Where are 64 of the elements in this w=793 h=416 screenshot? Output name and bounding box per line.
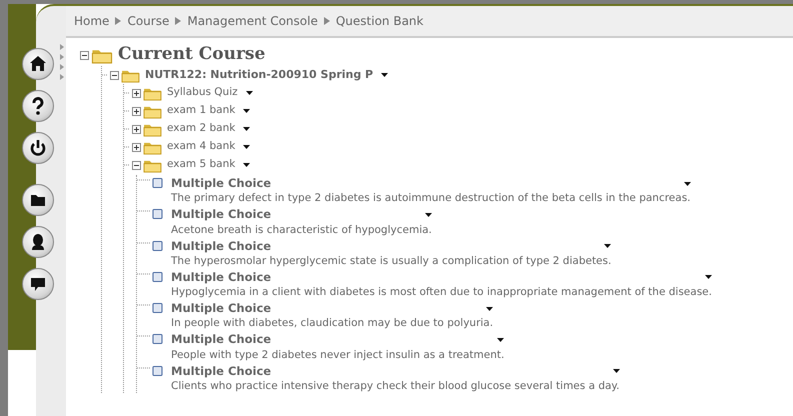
expand-toggle-icon[interactable]	[132, 88, 141, 98]
dropdown-caret-icon[interactable]	[604, 244, 612, 248]
collapse-toggle-icon[interactable]	[132, 160, 141, 170]
question-text: People with type 2 diabetes never inject insulin as a treatment.	[171, 348, 504, 362]
speech-bubble-button[interactable]	[22, 268, 54, 300]
folder-label[interactable]: Syllabus Quiz	[167, 85, 238, 101]
question-text: Hypoglycemia in a client with diabetes is most often due to inappropriate management of the disease.	[171, 286, 712, 299]
dropdown-caret-icon[interactable]	[246, 91, 253, 95]
separator-arrow-icon	[115, 17, 122, 25]
question-type-label[interactable]: Multiple Choice	[171, 206, 272, 224]
question-icon	[151, 364, 165, 376]
dropdown-caret-icon[interactable]	[684, 182, 691, 186]
breadcrumb-link[interactable]: Course	[127, 12, 170, 30]
question-type-label[interactable]: Multiple Choice	[171, 362, 272, 380]
question-icon	[151, 177, 165, 189]
folder-button[interactable]	[22, 184, 54, 216]
separator-arrow-icon	[175, 17, 182, 25]
question-text: The hyperosmolar hyperglycemic state is usually a complication of type 2 diabetes.	[171, 254, 612, 268]
folder-label[interactable]: exam 5 bank	[167, 157, 236, 173]
question-type-label[interactable]: Multiple Choice	[171, 300, 272, 318]
dropdown-caret-icon[interactable]	[243, 163, 250, 167]
expand-toggle-icon[interactable]	[132, 142, 141, 152]
expand-toggle-icon[interactable]	[132, 124, 141, 134]
dropdown-caret-icon[interactable]	[704, 275, 712, 280]
question-text: Acetone breath is characteristic of hypoglycemia.	[171, 224, 432, 236]
question-type-label[interactable]: Multiple Choice	[171, 331, 272, 348]
expand-toggle-icon[interactable]	[132, 106, 141, 116]
dropdown-caret-icon[interactable]	[424, 212, 432, 217]
dropdown-caret-icon[interactable]	[381, 73, 388, 77]
dropdown-caret-icon[interactable]	[486, 306, 494, 311]
collapse-handle-icon[interactable]	[58, 42, 66, 82]
question-text: Clients who practice intensive therapy check their blood glucose several times a day.	[171, 380, 620, 393]
folder-label[interactable]: Current Course	[118, 42, 266, 68]
help-button[interactable]	[22, 90, 54, 122]
folder-label[interactable]: exam 1 bank	[167, 103, 236, 119]
person-silhouette-button[interactable]	[22, 226, 54, 258]
home-icon	[28, 54, 48, 74]
question-icon	[151, 302, 165, 314]
folder-label[interactable]: NUTR122: Nutrition-200910 Spring P	[145, 66, 374, 84]
power-button[interactable]	[22, 132, 54, 164]
power-icon	[28, 138, 48, 158]
dropdown-caret-icon[interactable]	[243, 127, 250, 131]
dropdown-caret-icon[interactable]	[497, 338, 504, 342]
question-icon	[151, 240, 165, 252]
collapse-toggle-icon[interactable]	[80, 50, 89, 60]
question-icon	[151, 333, 165, 346]
home-button[interactable]	[22, 48, 54, 80]
folder-label[interactable]: exam 4 bank	[167, 139, 236, 155]
separator-arrow-icon	[324, 17, 330, 25]
question-text: The primary defect in type 2 diabetes is autoimmune destruction of the beta cells in the pancreas.	[171, 192, 691, 206]
question-icon	[151, 270, 165, 283]
collapse-toggle-icon[interactable]	[110, 70, 119, 80]
dropdown-caret-icon[interactable]	[612, 369, 620, 374]
breadcrumb-link[interactable]: Home	[74, 12, 110, 30]
question-text: In people with diabetes, claudication may be due to polyuria.	[171, 317, 494, 330]
breadcrumb-link[interactable]: Question Bank	[336, 12, 424, 30]
question-type-label[interactable]: Multiple Choice	[171, 238, 272, 255]
dropdown-caret-icon[interactable]	[243, 145, 250, 149]
question-icon	[151, 208, 165, 220]
question-type-label[interactable]: Multiple Choice	[171, 268, 272, 286]
folder-label[interactable]: exam 2 bank	[167, 121, 236, 137]
dropdown-caret-icon[interactable]	[243, 109, 250, 113]
question-type-label[interactable]: Multiple Choice	[171, 175, 272, 192]
breadcrumb-link[interactable]: Management Console	[187, 12, 318, 30]
